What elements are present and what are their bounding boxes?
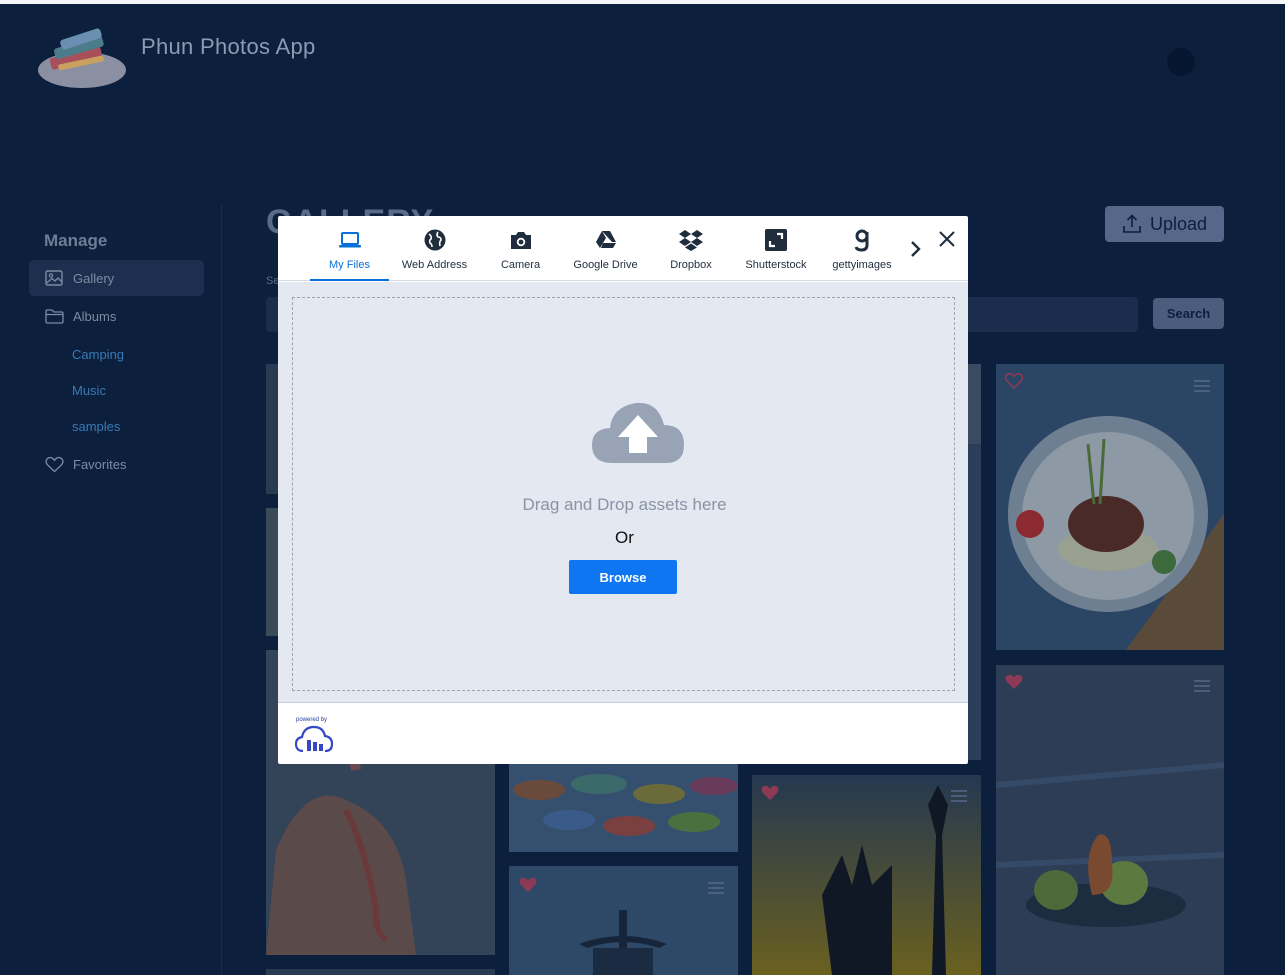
laptop-icon [337, 227, 363, 253]
tab-label: gettyimages [832, 259, 892, 271]
cloudinary-logo-icon[interactable] [295, 725, 333, 753]
dropbox-icon [678, 227, 704, 253]
upload-widget-modal: My Files Web Address Camera Google Drive… [278, 216, 968, 764]
tab-label: Camera [500, 259, 541, 271]
tab-web-address[interactable]: Web Address [391, 216, 478, 281]
drop-zone-border: Drag and Drop assets here Or Browse [292, 297, 955, 691]
google-drive-icon [593, 227, 619, 253]
or-separator: Or [615, 528, 634, 547]
globe-icon [422, 227, 448, 253]
tab-my-files[interactable]: My Files [310, 216, 389, 281]
cloud-upload-icon [592, 402, 684, 463]
tab-label: My Files [329, 259, 370, 271]
tab-shutterstock[interactable]: Shutterstock [735, 216, 817, 281]
widget-footer: powered by [278, 702, 968, 764]
tab-label: Shutterstock [745, 259, 807, 271]
chevron-right-icon[interactable] [908, 238, 924, 260]
tab-google-drive[interactable]: Google Drive [564, 216, 647, 281]
drop-instructions: Drag and Drop assets here [522, 495, 727, 514]
gettyimages-icon [849, 227, 875, 253]
tab-label: Web Address [401, 259, 468, 271]
tab-label: Dropbox [670, 259, 712, 271]
browse-button[interactable]: Browse [569, 560, 677, 594]
source-tabs: My Files Web Address Camera Google Drive… [278, 216, 968, 281]
camera-icon [508, 227, 534, 253]
shutterstock-icon [763, 227, 789, 253]
tab-label: Google Drive [573, 259, 638, 271]
tab-dropbox[interactable]: Dropbox [650, 216, 732, 281]
close-icon[interactable] [937, 229, 957, 249]
tab-gettyimages[interactable]: gettyimages [820, 216, 904, 281]
powered-by-label: powered by [296, 717, 328, 723]
drop-zone[interactable]: Drag and Drop assets here Or Browse [278, 282, 968, 702]
tab-camera[interactable]: Camera [480, 216, 561, 281]
